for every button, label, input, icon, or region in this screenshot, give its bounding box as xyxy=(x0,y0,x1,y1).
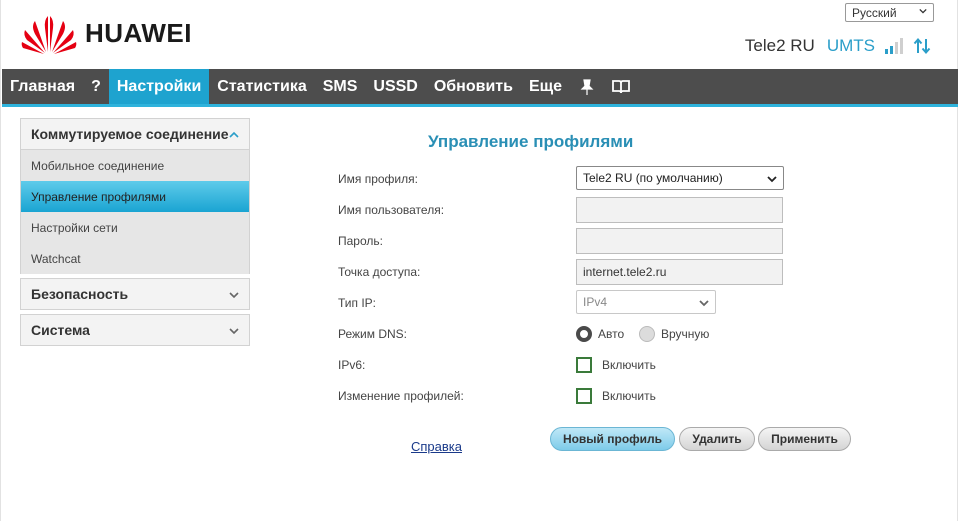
language-select-value: Русский xyxy=(852,5,897,20)
signal-bars-icon xyxy=(885,38,905,54)
nav-item-home[interactable]: Главная xyxy=(2,69,83,104)
connection-status: Tele2 RU UMTS xyxy=(745,36,931,56)
apn-field[interactable]: internet.tele2.ru xyxy=(576,259,783,285)
up-down-arrows-icon xyxy=(913,37,931,55)
chevron-down-icon xyxy=(699,300,709,307)
ip-type-label: Тип IP: xyxy=(338,296,377,310)
language-select[interactable]: Русский xyxy=(845,3,934,22)
radio-unselected-icon xyxy=(639,326,655,342)
dns-auto-radio[interactable]: Авто xyxy=(576,326,624,342)
operator-name: Tele2 RU xyxy=(744,36,815,55)
pin-icon xyxy=(580,78,594,95)
nav-item-ussd[interactable]: USSD xyxy=(365,69,425,104)
chevron-up-icon xyxy=(229,131,239,138)
profile-change-checkbox[interactable]: Включить xyxy=(576,388,656,404)
sidebar-item-profile-management[interactable]: Управление профилями xyxy=(21,181,249,212)
profile-name-select[interactable]: Tele2 RU (по умолчанию) xyxy=(576,166,784,190)
main-nav: Главная ? Настройки Статистика SMS USSD … xyxy=(2,69,958,107)
ip-type-value: IPv4 xyxy=(583,295,608,309)
chevron-down-icon xyxy=(767,176,777,183)
chevron-down-icon xyxy=(229,328,239,335)
profile-name-label: Имя профиля: xyxy=(338,172,418,186)
nav-book-button[interactable] xyxy=(604,69,638,104)
sidebar-section-title: Безопасность xyxy=(31,286,129,302)
sidebar-section-dialup[interactable]: Коммутируемое соединение xyxy=(20,118,250,150)
password-field[interactable] xyxy=(576,228,783,254)
apn-label: Точка доступа: xyxy=(338,265,421,279)
sidebar-submenu: Мобильное соединение Управление профилям… xyxy=(20,150,250,274)
help-link[interactable]: Справка xyxy=(411,439,462,454)
huawei-logo: HUAWEI xyxy=(21,12,192,54)
brand-name: HUAWEI xyxy=(85,17,192,48)
sidebar: Коммутируемое соединение Мобильное соеди… xyxy=(20,118,250,346)
huawei-logo-icon xyxy=(21,16,77,54)
ipv6-label: IPv6: xyxy=(338,358,366,372)
password-label: Пароль: xyxy=(338,234,383,248)
username-label: Имя пользователя: xyxy=(338,203,445,217)
ipv6-checkbox[interactable]: Включить xyxy=(576,357,656,373)
username-field[interactable] xyxy=(576,197,783,223)
dns-auto-label: Авто xyxy=(598,327,625,341)
sidebar-section-security[interactable]: Безопасность xyxy=(20,278,250,310)
router-admin-page: HUAWEI Русский Tele2 RU UMTS Главная ? Н… xyxy=(0,0,958,521)
page-title: Управление профилями xyxy=(428,132,634,151)
sidebar-item-mobile-connection[interactable]: Мобильное соединение xyxy=(21,150,249,181)
nav-item-settings[interactable]: Настройки xyxy=(108,69,210,104)
profile-change-option-label: Включить xyxy=(602,389,656,403)
nav-pin-button[interactable] xyxy=(570,69,604,104)
nav-item-sms[interactable]: SMS xyxy=(315,69,366,104)
nav-item-more[interactable]: Еще xyxy=(521,69,570,104)
checkbox-unchecked-icon xyxy=(576,357,592,373)
sidebar-section-system[interactable]: Система xyxy=(20,314,250,346)
dns-manual-radio[interactable]: Вручную xyxy=(639,326,709,342)
checkbox-unchecked-icon xyxy=(576,388,592,404)
chevron-down-icon xyxy=(919,8,927,14)
apply-button[interactable]: Применить xyxy=(758,427,851,451)
sidebar-item-watchcat[interactable]: Watchcat xyxy=(21,243,249,274)
profile-name-value: Tele2 RU (по умолчанию) xyxy=(583,171,723,185)
sidebar-section-title: Коммутируемое соединение xyxy=(31,126,229,142)
nav-item-statistics[interactable]: Статистика xyxy=(209,69,314,104)
sidebar-section-title: Система xyxy=(31,322,90,338)
dns-manual-label: Вручную xyxy=(661,327,710,341)
nav-item-update[interactable]: Обновить xyxy=(426,69,521,104)
ip-type-select[interactable]: IPv4 xyxy=(576,290,716,314)
new-profile-button[interactable]: Новый профиль xyxy=(550,427,675,451)
network-type: UMTS xyxy=(826,36,875,55)
ipv6-option-label: Включить xyxy=(602,358,656,372)
radio-selected-icon xyxy=(576,326,592,342)
profile-change-label: Изменение профилей: xyxy=(338,389,464,403)
nav-item-help[interactable]: ? xyxy=(83,69,109,104)
book-icon xyxy=(612,79,630,93)
chevron-down-icon xyxy=(229,292,239,299)
delete-button[interactable]: Удалить xyxy=(679,427,755,451)
dns-mode-label: Режим DNS: xyxy=(338,327,407,341)
sidebar-item-network-settings[interactable]: Настройки сети xyxy=(21,212,249,243)
